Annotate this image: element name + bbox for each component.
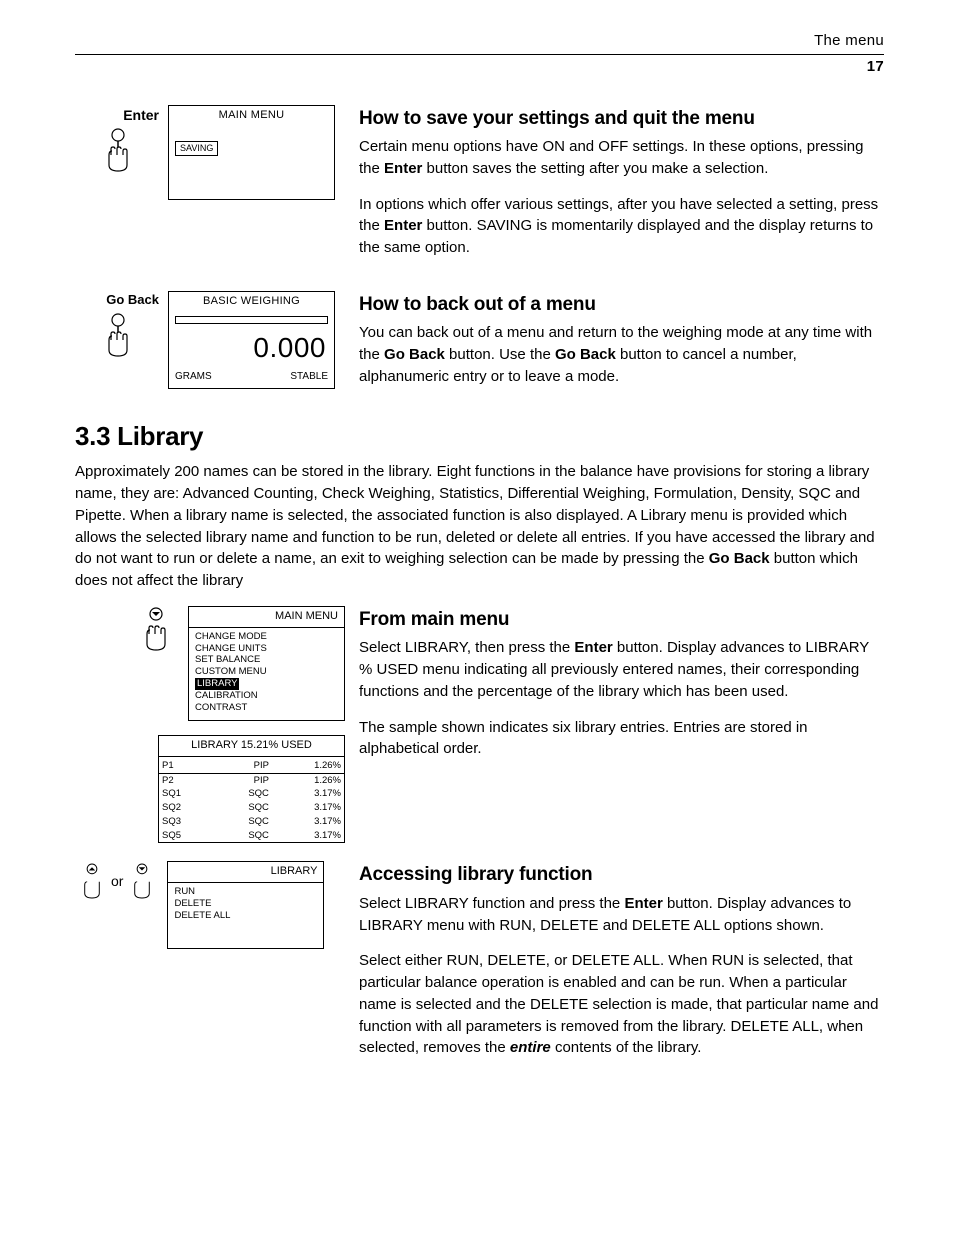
or-label: or: [111, 871, 123, 891]
menu-item: DELETE ALL: [174, 910, 317, 922]
press-hand-icon: [97, 127, 139, 173]
lcd-title: MAIN MENU: [169, 106, 334, 126]
para-fmm-1: Select LIBRARY, then press the Enter but…: [359, 637, 884, 702]
row-accessing-library: or LIBRARY RUNDELETEDELETE ALL Accessing…: [75, 861, 884, 1073]
table-row: P2PIP1.26%: [159, 773, 344, 787]
heading-library: 3.3 Library: [75, 418, 884, 456]
row-back-out: Go Back BASIC WEIGHING 0.000 GRAMS STABL…: [75, 291, 884, 402]
lcd-saving-tag: SAVING: [175, 141, 218, 156]
table-row: SQ3SQC3.17%: [159, 815, 344, 829]
press-down-hand-icon: [135, 606, 177, 652]
menu-item: RUN: [174, 886, 317, 898]
row-from-main-menu: MAIN MENU CHANGE MODECHANGE UNITSSET BAL…: [75, 606, 884, 844]
menu-item: CHANGE UNITS: [195, 643, 338, 655]
menu-item: CUSTOM MENU: [195, 666, 338, 678]
menu-item: LIBRARY: [195, 678, 239, 690]
para-library-intro: Approximately 200 names can be stored in…: [75, 461, 884, 592]
menu-item: CHANGE MODE: [195, 631, 338, 643]
heading-back-out: How to back out of a menu: [359, 291, 884, 319]
lcd-main-menu-saving: MAIN MENU SAVING: [168, 105, 335, 201]
lcd-title: MAIN MENU: [189, 607, 344, 628]
header-title: The menu: [814, 32, 884, 49]
press-down-hand-icon: [125, 861, 159, 901]
page-number: 17: [75, 56, 884, 80]
menu-item: DELETE: [174, 898, 317, 910]
hand-label-enter: Enter: [74, 105, 161, 125]
hand-label-goback: Go Back: [74, 291, 161, 310]
lcd-title: BASIC WEIGHING: [169, 292, 334, 312]
para-save-2: In options which offer various settings,…: [359, 194, 884, 259]
press-hand-icon: [97, 312, 139, 358]
table-row: SQ1SQC3.17%: [159, 787, 344, 801]
heading-accessing-library: Accessing library function: [359, 861, 884, 889]
lcd-progress-bar: [175, 316, 328, 324]
table-row: SQ5SQC3.17%: [159, 829, 344, 843]
menu-item: CALIBRATION: [195, 690, 338, 702]
para-acc-2: Select either RUN, DELETE, or DELETE ALL…: [359, 950, 884, 1059]
lcd-title: LIBRARY: [168, 862, 323, 883]
lcd-library-used: LIBRARY 15.21% USED P1PIP1.26%P2PIP1.26%…: [158, 735, 345, 844]
lcd-library-submenu: LIBRARY RUNDELETEDELETE ALL: [167, 861, 324, 949]
para-acc-1: Select LIBRARY function and press the En…: [359, 893, 884, 937]
para-save-1: Certain menu options have ON and OFF set…: [359, 136, 884, 180]
lcd-title: LIBRARY 15.21% USED: [159, 736, 344, 757]
lcd-basic-weighing: BASIC WEIGHING 0.000 GRAMS STABLE: [168, 291, 335, 389]
lcd-status: STABLE: [290, 370, 328, 385]
press-up-hand-icon: [75, 861, 109, 901]
lcd-unit: GRAMS: [175, 370, 212, 385]
row-save-settings: Enter MAIN MENU SAVING How to save your …: [75, 105, 884, 273]
heading-save-settings: How to save your settings and quit the m…: [359, 105, 884, 133]
menu-item: CONTRAST: [195, 702, 338, 714]
heading-from-main-menu: From main menu: [359, 606, 884, 634]
menu-item: SET BALANCE: [195, 654, 338, 666]
lcd-main-menu-list: MAIN MENU CHANGE MODECHANGE UNITSSET BAL…: [188, 606, 345, 721]
lcd-reading: 0.000: [169, 324, 334, 369]
para-back-1: You can back out of a menu and return to…: [359, 322, 884, 387]
page-header: The menu: [75, 30, 884, 55]
para-fmm-2: The sample shown indicates six library e…: [359, 717, 884, 761]
table-row: SQ2SQC3.17%: [159, 801, 344, 815]
table-row: P1PIP1.26%: [159, 759, 344, 773]
